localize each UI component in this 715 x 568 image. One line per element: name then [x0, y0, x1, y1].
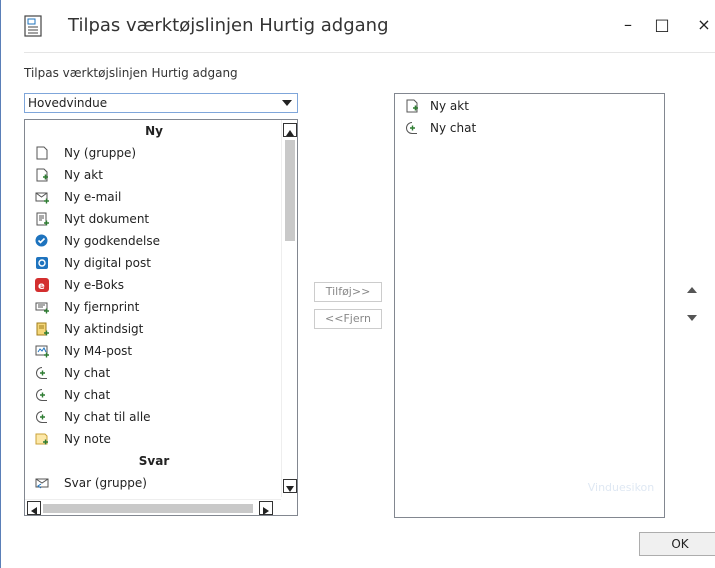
list-item[interactable]: Ny chat [25, 362, 279, 384]
chevron-down-icon [282, 100, 292, 106]
minimize-button[interactable]: – [617, 14, 639, 36]
remote-print-icon [35, 302, 49, 314]
blank-document-icon [36, 146, 48, 160]
chat-plus-icon [36, 411, 47, 423]
list-item[interactable]: Ny chat [25, 384, 279, 406]
chat-plus-icon [36, 389, 47, 401]
list-item-label: Ny chat [64, 388, 111, 402]
quick-access-commands-list[interactable]: Ny akt Ny chat [394, 93, 665, 518]
triangle-up-icon [286, 130, 294, 136]
list-item-label: Ny akt [430, 99, 469, 113]
ok-button[interactable]: OK [639, 532, 715, 556]
maximize-icon: □ [654, 15, 670, 34]
customize-toolbar-icon [24, 15, 42, 37]
list-item-label: Ny e-Boks [64, 278, 124, 292]
new-text-document-icon [36, 212, 49, 226]
maximize-button[interactable]: □ [651, 14, 673, 36]
list-item-label: Ny chat [64, 366, 111, 380]
new-document-plus-icon [36, 168, 48, 182]
approval-check-icon [35, 234, 48, 247]
list-item[interactable]: e Ny e-Boks [25, 274, 279, 296]
digital-post-icon [36, 257, 48, 269]
new-document-plus-icon [406, 99, 418, 113]
list-item[interactable]: Nyt dokument [25, 208, 279, 230]
list-item[interactable]: Ny akt [25, 164, 279, 186]
list-item-label: Nyt dokument [64, 212, 150, 226]
minimize-icon: – [624, 15, 632, 34]
triangle-left-icon [31, 507, 37, 515]
horizontal-scroll-thumb[interactable] [43, 504, 253, 513]
list-item[interactable]: Ny akt [395, 95, 655, 117]
command-source-dropdown[interactable]: Hovedvindue [24, 93, 298, 113]
title-separator [24, 52, 715, 53]
arrow-down-icon [687, 315, 697, 321]
list-item-label: Ny note [64, 432, 111, 446]
new-email-icon [35, 192, 49, 204]
scroll-right-button[interactable] [259, 501, 273, 515]
list-item[interactable]: Ny note [25, 428, 279, 450]
list-item-label: Ny godkendelse [64, 234, 160, 248]
list-item[interactable]: Ny digital post [25, 252, 279, 274]
list-item-label: Ny akt [64, 168, 103, 182]
list-item[interactable]: Ny chat [395, 117, 655, 139]
move-up-button[interactable] [686, 285, 698, 295]
list-item[interactable]: Svar (gruppe) [25, 472, 279, 494]
list-item[interactable]: Ny godkendelse [25, 230, 279, 252]
svg-text:e: e [38, 281, 45, 292]
window-frame-left [0, 0, 1, 568]
list-item-label: Ny e-mail [64, 190, 122, 204]
close-icon: × [697, 15, 711, 34]
close-button[interactable]: × [693, 14, 715, 36]
scroll-down-button[interactable] [283, 479, 297, 493]
list-item[interactable]: Ny M4-post [25, 340, 279, 362]
vertical-scrollbar[interactable] [281, 120, 297, 497]
list-item[interactable]: Ny fjernprint [25, 296, 279, 318]
chat-plus-icon [36, 367, 47, 379]
horizontal-scrollbar[interactable] [25, 499, 281, 515]
move-down-button[interactable] [686, 313, 698, 323]
access-request-icon [36, 322, 49, 336]
chat-plus-icon [406, 122, 417, 134]
list-item-label: Ny digital post [64, 256, 151, 270]
reply-email-icon [35, 478, 49, 489]
list-item-label: Ny chat til alle [64, 410, 151, 424]
list-item-label: Ny aktindsigt [64, 322, 144, 336]
list-item-label: Ny chat [430, 121, 477, 135]
list-item-label: Ny fjernprint [64, 300, 140, 314]
list-item[interactable]: Ny chat til alle [25, 406, 279, 428]
note-plus-icon [35, 433, 48, 445]
list-item[interactable]: Ny e-mail [25, 186, 279, 208]
dropdown-selected-value: Hovedvindue [28, 96, 108, 110]
faded-label: Vinduesikon [587, 481, 655, 494]
add-button[interactable]: Tilføj>> [314, 282, 382, 302]
list-item-label: Svar (gruppe) [64, 476, 147, 490]
list-item-label: Ny (gruppe) [64, 146, 137, 160]
remove-button[interactable]: <<Fjern [314, 309, 382, 329]
eboks-icon: e [35, 278, 49, 292]
m4-post-icon [35, 345, 49, 358]
arrow-up-icon [687, 287, 697, 293]
window-title: Tilpas værktøjslinjen Hurtig adgang [68, 15, 389, 36]
dialog-subtitle: Tilpas værktøjslinjen Hurtig adgang [24, 66, 238, 80]
vertical-scroll-thumb[interactable] [285, 140, 295, 241]
scroll-left-button[interactable] [27, 501, 41, 515]
available-commands-list[interactable]: Ny Ny (gruppe) Ny akt Ny e-mail Nyt doku… [24, 119, 298, 516]
group-header-svar: Svar [138, 454, 170, 468]
list-item[interactable]: Ny aktindsigt [25, 318, 279, 340]
list-item-label: Ny M4-post [64, 344, 133, 358]
triangle-down-icon [286, 486, 294, 492]
triangle-right-icon [263, 507, 269, 515]
title-bar[interactable]: Tilpas værktøjslinjen Hurtig adgang – □ … [1, 0, 715, 52]
scroll-up-button[interactable] [283, 123, 297, 137]
list-item[interactable]: Ny (gruppe) [25, 142, 279, 164]
group-header-ny: Ny [145, 124, 163, 138]
